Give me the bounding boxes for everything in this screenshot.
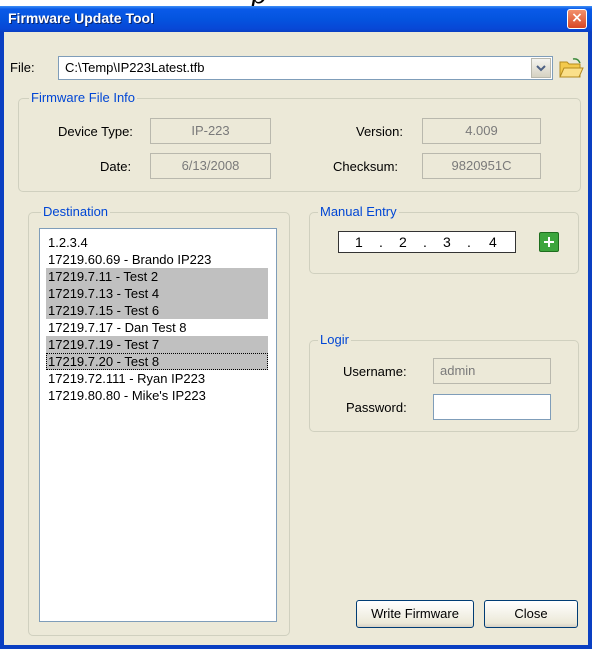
date-field: 6/13/2008 xyxy=(150,153,271,179)
ip-separator: . xyxy=(379,234,383,250)
destination-list-item[interactable]: 17219.72.111 - Ryan IP223 xyxy=(46,370,207,387)
file-path-combobox[interactable]: C:\Temp\IP223Latest.tfb xyxy=(58,56,553,80)
password-label: Password: xyxy=(346,400,407,415)
ip-address-input[interactable]: 1 . 2 . 3 . 4 xyxy=(338,231,516,253)
destination-list-item[interactable]: 17219.7.13 - Test 4 xyxy=(46,285,268,302)
destination-list-item[interactable]: 1.2.3.4 xyxy=(46,234,90,251)
close-button[interactable]: Close xyxy=(484,600,578,628)
destination-list-item[interactable]: 17219.7.15 - Test 6 xyxy=(46,302,268,319)
window-close-button[interactable]: × xyxy=(567,9,587,29)
device-type-field: IP-223 xyxy=(150,118,271,144)
version-field: 4.009 xyxy=(422,118,541,144)
ip-octet-4[interactable]: 4 xyxy=(489,234,497,250)
file-label: File: xyxy=(10,60,35,75)
destination-legend: Destination xyxy=(41,204,111,219)
username-field: admin xyxy=(433,358,551,384)
manual-entry-legend: Manual Entry xyxy=(318,204,399,219)
device-type-label: Device Type: xyxy=(58,124,133,139)
file-dropdown-button[interactable] xyxy=(531,58,551,78)
ip-octet-1[interactable]: 1 xyxy=(355,234,363,250)
close-icon: × xyxy=(571,10,583,26)
firmware-info-legend: Firmware File Info xyxy=(29,90,138,105)
ip-octet-2[interactable]: 2 xyxy=(399,234,407,250)
ip-separator: . xyxy=(467,234,471,250)
destination-list-item[interactable]: 17219.7.17 - Dan Test 8 xyxy=(46,319,189,336)
folder-open-icon xyxy=(559,58,584,78)
destination-listbox[interactable]: 1.2.3.4 17219.60.69 - Brando IP223 17219… xyxy=(39,228,277,622)
checksum-label: Checksum: xyxy=(333,159,399,174)
destination-list-item[interactable]: 17219.7.19 - Test 7 xyxy=(46,336,268,353)
ip-octet-3[interactable]: 3 xyxy=(443,234,451,250)
destination-list-item[interactable]: 17219.80.80 - Mike's IP223 xyxy=(46,387,208,404)
password-input[interactable] xyxy=(433,394,551,420)
destination-list-item[interactable]: 17219.60.69 - Brando IP223 xyxy=(46,251,213,268)
write-firmware-button[interactable]: Write Firmware xyxy=(356,600,474,628)
destination-list-item[interactable]: 17219.7.11 - Test 2 xyxy=(46,268,268,285)
window-title: Firmware Update Tool xyxy=(8,10,154,26)
add-destination-button[interactable] xyxy=(539,232,559,252)
destination-list-item[interactable]: 17219.7.20 - Test 8 xyxy=(46,353,268,370)
version-label: Version: xyxy=(356,124,403,139)
title-bar: Firmware Update Tool × xyxy=(0,6,592,32)
username-label: Username: xyxy=(343,364,407,379)
ip-separator: . xyxy=(423,234,427,250)
login-legend: Logir xyxy=(318,332,351,347)
checksum-field: 9820951C xyxy=(422,153,541,179)
browse-file-button[interactable] xyxy=(558,56,584,80)
file-path-value: C:\Temp\IP223Latest.tfb xyxy=(65,60,205,75)
chevron-down-icon xyxy=(536,65,546,72)
date-label: Date: xyxy=(100,159,132,174)
